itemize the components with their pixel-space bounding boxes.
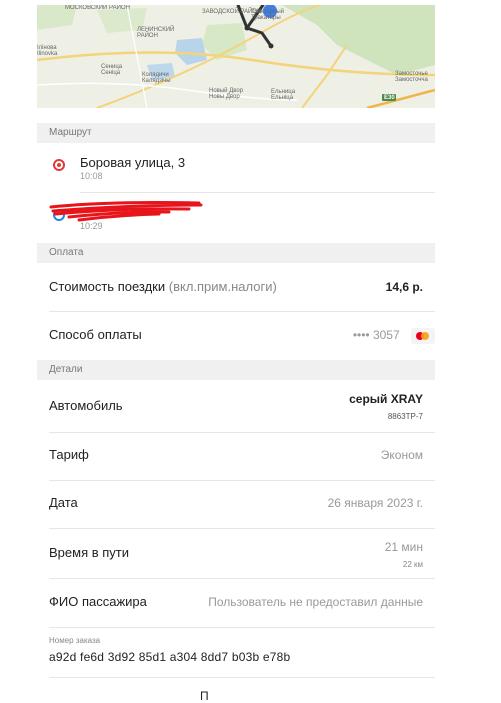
trip-distance: 22 км (402, 560, 423, 569)
trip-cost-label: Стоимость поездки (вкл.прим.налоги) (49, 279, 277, 294)
map-label-leninsky: ЛЕНИНСКИЙ РАЙОН (137, 27, 175, 39)
duration-label: Время в пути (49, 545, 129, 560)
car-row: Автомобиль серый XRAY 8863TP-7 (49, 391, 423, 421)
order-number-value: a92d fe6d 3d92 85d1 a304 8dd7 b03b e78b (49, 650, 291, 664)
duration-value: 21 мин 22 км (385, 539, 423, 571)
map-label-kolyadichi: Колядичи Калядзічы (142, 72, 171, 84)
payment-method-value: •••• 3057 (353, 325, 435, 345)
map-label-moskovsky: МОСКОВСКИЙ РАЙОН (65, 5, 130, 11)
trip-cost-row: Стоимость поездки (вкл.прим.налоги) 14,6… (49, 277, 423, 297)
route-origin[interactable]: Боровая улица, 3 10:08 (49, 155, 435, 185)
trip-cost-note: (вкл.прим.налоги) (168, 279, 277, 294)
passenger-label: ФИО пассажира (49, 594, 147, 609)
tariff-row: Тариф Эконом (49, 445, 423, 465)
card-mask: •••• 3057 (352, 328, 400, 342)
route-map[interactable]: МОСКОВСКИЙ РАЙОН ЛЕНИНСКИЙ РАЙОН ЗАВОДСК… (37, 5, 435, 108)
payment-method-label: Способ оплаты (49, 327, 142, 342)
date-label: Дата (49, 495, 78, 510)
details-divider-4 (49, 578, 435, 579)
map-label-senica: Сеница Сеніца (101, 64, 123, 76)
car-plate: 8863TP-7 (387, 412, 423, 421)
car-value: серый XRAY 8863TP-7 (349, 391, 423, 423)
route-divider (80, 192, 435, 193)
map-label-traktornyi: Тракторный Тракатары (251, 9, 285, 21)
order-number-label: Номер заказа (49, 636, 101, 645)
passenger-value: Пользователь не предоставил данные (208, 595, 423, 609)
passenger-row: ФИО пассажира Пользователь не предостави… (49, 592, 423, 612)
trip-duration: 21 мин (384, 540, 423, 554)
redaction-scribble (49, 201, 203, 222)
date-row: Дата 26 января 2023 г. (49, 493, 423, 513)
mastercard-icon (411, 327, 435, 344)
origin-time: 10:08 (80, 171, 103, 181)
duration-row: Время в пути 21 мин 22 км (49, 539, 423, 569)
tariff-label: Тариф (49, 447, 89, 462)
bottom-partial-text: П (200, 689, 209, 703)
payment-section-header: Оплата (37, 243, 435, 263)
map-label-ilinovka: Ілінова Ilinovka (37, 45, 58, 57)
details-divider-3 (49, 528, 435, 529)
details-divider-2 (49, 480, 435, 481)
origin-address: Боровая улица, 3 (80, 155, 186, 170)
map-label-zamostochye: Замосточье Замосточча (395, 71, 428, 83)
car-model: серый XRAY (349, 392, 423, 406)
details-divider-1 (49, 432, 435, 433)
payment-method-row[interactable]: Способ оплаты •••• 3057 (49, 325, 435, 345)
route-section-header: Маршрут (37, 123, 435, 143)
date-value: 26 января 2023 г. (327, 496, 423, 510)
car-label: Автомобиль (49, 398, 123, 413)
trip-cost-value: 14,6 р. (385, 280, 423, 294)
map-label-road-e30: E30 (384, 95, 395, 101)
map-label-elnitsa: Ельница Ельніца (271, 89, 296, 101)
details-section-header: Детали (37, 360, 435, 380)
details-divider-5 (49, 627, 435, 628)
map-label-novy-dvor: Новый Двор Новы Двор (209, 88, 244, 100)
details-divider-6 (49, 677, 435, 678)
payment-divider (49, 311, 435, 312)
tariff-value: Эконом (380, 448, 423, 462)
origin-marker-icon (53, 159, 65, 171)
